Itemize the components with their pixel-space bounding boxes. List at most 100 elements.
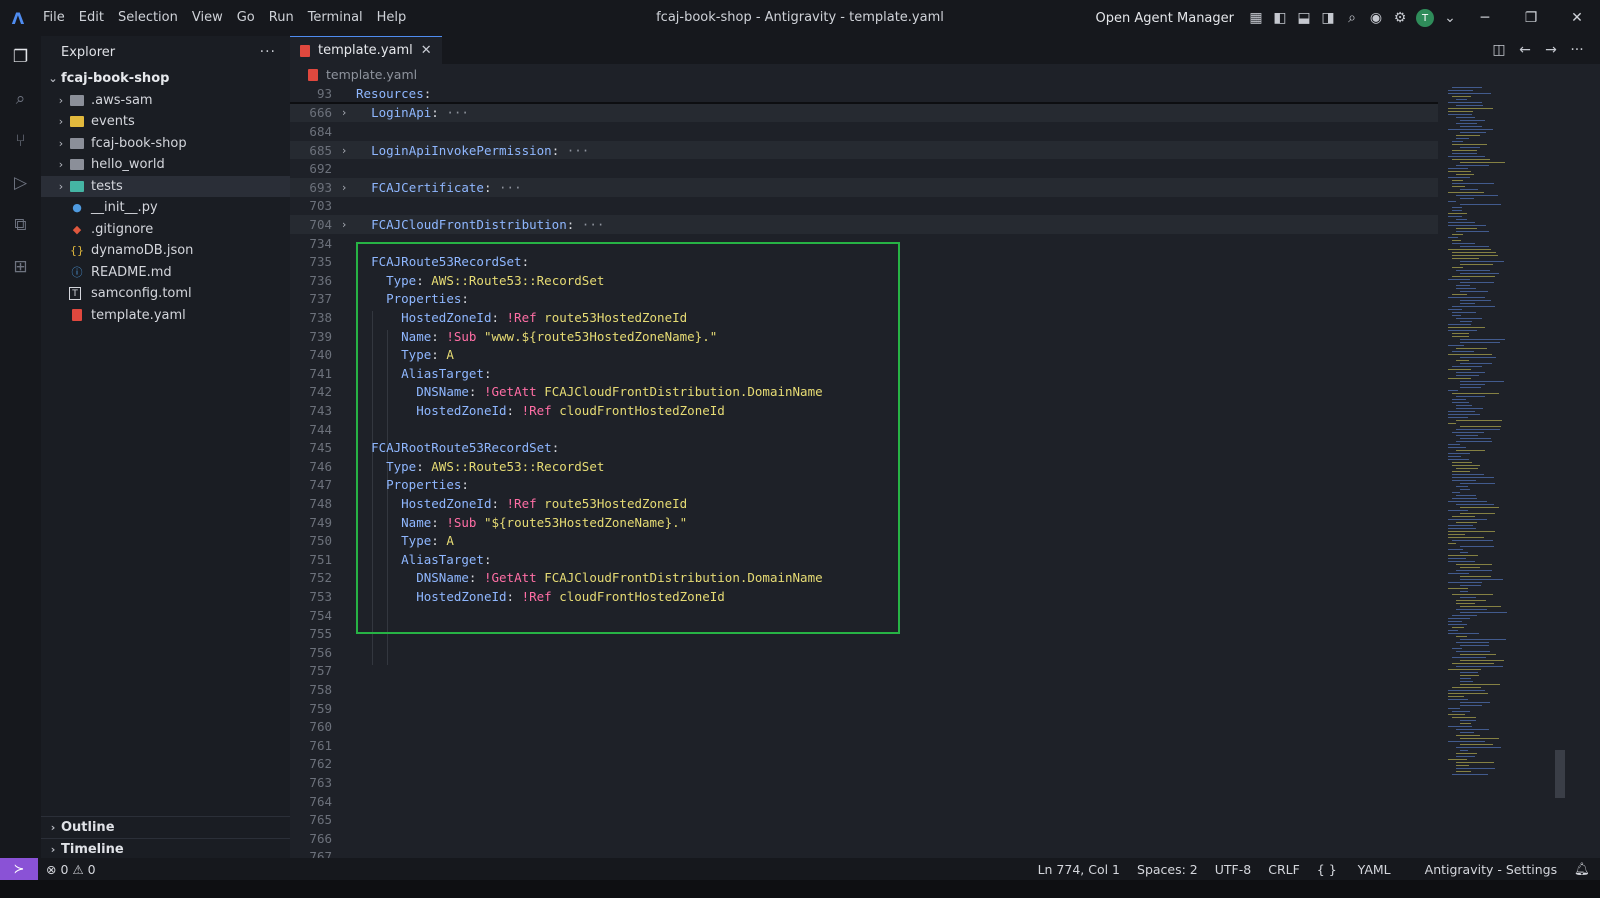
code-line[interactable]: 759 (290, 699, 1438, 718)
folded-ellipsis[interactable]: ··· (499, 180, 522, 195)
code-line[interactable]: 748 HostedZoneId: !Ref route53HostedZone… (290, 494, 1438, 513)
tree-item-fcaj-book-shop[interactable]: › fcaj-book-shop (41, 133, 290, 155)
code-line[interactable]: 738 HostedZoneId: !Ref route53HostedZone… (290, 308, 1438, 327)
tree-item-template-yaml[interactable]: template.yaml (41, 305, 290, 327)
menu-file[interactable]: File (36, 0, 72, 36)
cursor-position[interactable]: Ln 774, Col 1 (1038, 862, 1120, 877)
chevron-right-icon[interactable]: › (332, 181, 356, 194)
problems-indicator[interactable]: ⊗ 0 ⚠ 0 (46, 862, 96, 877)
menu-help[interactable]: Help (370, 0, 414, 36)
gear-icon[interactable]: ⚙ (1388, 0, 1412, 36)
code-line[interactable]: 747 Properties: (290, 476, 1438, 495)
code-editor[interactable]: 93 Resources: 666 › LoginApi: ··· 684 685 ›… (290, 85, 1438, 858)
minimap-slider[interactable] (1555, 750, 1565, 798)
menu-selection[interactable]: Selection (111, 0, 185, 36)
menu-terminal[interactable]: Terminal (301, 0, 370, 36)
code-line[interactable]: 745 FCAJRootRoute53RecordSet: (290, 438, 1438, 457)
folded-ellipsis[interactable]: ··· (582, 217, 605, 232)
code-line[interactable]: 750 Type: A (290, 531, 1438, 550)
maximize-button[interactable]: ❐ (1508, 0, 1554, 36)
sticky-scroll-line[interactable]: 93 Resources: (290, 85, 1438, 104)
code-line[interactable]: 762 (290, 755, 1438, 774)
code-line[interactable]: 758 (290, 680, 1438, 699)
code-line[interactable]: 744 (290, 420, 1438, 439)
remote-icon[interactable]: ≻ (0, 858, 38, 880)
bell-icon[interactable]: 🔔︎ (1574, 861, 1590, 877)
language-mode[interactable]: { } YAML (1317, 862, 1408, 877)
code-line[interactable]: 761 (290, 736, 1438, 755)
code-line[interactable]: 753 HostedZoneId: !Ref cloudFrontHostedZ… (290, 587, 1438, 606)
remote-explorer-icon[interactable]: ⧉ (0, 204, 41, 246)
line-ending[interactable]: CRLF (1268, 862, 1300, 877)
explorer-icon[interactable]: ❐ (0, 36, 41, 78)
avatar[interactable]: T (1416, 9, 1434, 27)
tree-item-readme-md[interactable]: ⓘ README.md (41, 262, 290, 284)
tree-item-events[interactable]: › events (41, 111, 290, 133)
tree-item-hello-world[interactable]: › hello_world (41, 154, 290, 176)
chevron-right-icon[interactable]: › (332, 106, 356, 119)
tab-template-yaml[interactable]: template.yaml ✕ (290, 36, 442, 64)
breadcrumb-file[interactable]: template.yaml (326, 67, 417, 82)
tree-item-tests[interactable]: › tests (41, 175, 290, 197)
encoding[interactable]: UTF-8 (1215, 862, 1251, 877)
code-line[interactable]: 704 › FCAJCloudFrontDistribution: ··· (290, 215, 1438, 234)
open-agent-manager-button[interactable]: Open Agent Manager (1096, 11, 1234, 26)
chevron-down-icon[interactable]: ⌄ (1438, 0, 1462, 36)
code-line[interactable]: 755 (290, 624, 1438, 643)
code-line[interactable]: 737 Properties: (290, 290, 1438, 309)
minimize-button[interactable]: ─ (1462, 0, 1508, 36)
run-debug-icon[interactable]: ▷ (0, 162, 41, 204)
folded-ellipsis[interactable]: ··· (567, 143, 590, 158)
tree-item-dynamodb-json[interactable]: {} dynamoDB.json (41, 240, 290, 262)
menu-edit[interactable]: Edit (72, 0, 111, 36)
extensions-icon[interactable]: ⊞ (0, 246, 41, 288)
code-line[interactable]: 752 DNSName: !GetAtt FCAJCloudFrontDistr… (290, 569, 1438, 588)
folded-ellipsis[interactable]: ··· (446, 105, 469, 120)
indentation[interactable]: Spaces: 2 (1137, 862, 1198, 877)
toggle-sidebar-icon[interactable]: ◧ (1268, 0, 1292, 36)
code-line[interactable]: 734 (290, 234, 1438, 253)
code-line[interactable]: 685 › LoginApiInvokePermission: ··· (290, 140, 1438, 160)
arrow-right-icon[interactable]: → (1538, 42, 1564, 58)
code-line[interactable]: 693 › FCAJCertificate: ··· (290, 178, 1438, 197)
close-icon[interactable]: ✕ (421, 43, 432, 58)
menu-go[interactable]: Go (230, 0, 262, 36)
menu-run[interactable]: Run (262, 0, 301, 36)
code-line[interactable]: 746 Type: AWS::Route53::RecordSet (290, 457, 1438, 476)
code-line[interactable]: 764 (290, 792, 1438, 811)
code-line[interactable]: 754 (290, 606, 1438, 625)
tree-item-aws-sam[interactable]: › .aws-sam (41, 90, 290, 112)
code-line[interactable]: 765 (290, 810, 1438, 829)
more-actions-icon[interactable]: ··· (260, 44, 276, 60)
timeline-section[interactable]: › Timeline (41, 838, 290, 859)
chevron-right-icon[interactable]: › (332, 144, 356, 157)
tree-item-samconfig-toml[interactable]: T samconfig.toml (41, 283, 290, 305)
browser-icon[interactable]: ◉ (1364, 0, 1388, 36)
more-actions-icon[interactable]: ··· (1564, 42, 1590, 58)
chevron-right-icon[interactable]: › (332, 218, 356, 231)
code-line[interactable]: 703 (290, 197, 1438, 216)
code-line[interactable]: 666 › LoginApi: ··· (290, 103, 1438, 123)
toggle-panel-icon[interactable]: ⬓ (1292, 0, 1316, 36)
code-line[interactable]: 743 HostedZoneId: !Ref cloudFrontHostedZ… (290, 401, 1438, 420)
code-line[interactable]: 739 Name: !Sub "www.${route53HostedZoneN… (290, 327, 1438, 346)
code-line[interactable]: 766 (290, 829, 1438, 848)
code-line[interactable]: 751 AliasTarget: (290, 550, 1438, 569)
code-line[interactable]: 760 (290, 717, 1438, 736)
split-editor-icon[interactable]: ◫ (1486, 42, 1512, 58)
tree-root[interactable]: ⌄ fcaj-book-shop (41, 68, 290, 90)
code-line[interactable]: 749 Name: !Sub "${route53HostedZoneName}… (290, 513, 1438, 532)
code-line[interactable]: 757 (290, 662, 1438, 681)
source-control-icon[interactable]: ⑂ (0, 120, 41, 162)
outline-section[interactable]: › Outline (41, 816, 290, 837)
code-line[interactable]: 763 (290, 773, 1438, 792)
code-line[interactable]: 742 DNSName: !GetAtt FCAJCloudFrontDistr… (290, 383, 1438, 402)
minimap[interactable] (1438, 85, 1548, 858)
tree-item-init-py[interactable]: ● __init__.py (41, 197, 290, 219)
code-line[interactable]: 767 (290, 848, 1438, 858)
code-line[interactable]: 735 FCAJRoute53RecordSet: (290, 252, 1438, 271)
tree-item-gitignore[interactable]: ◆ .gitignore (41, 219, 290, 241)
search-icon[interactable]: ⌕ (1340, 0, 1364, 36)
code-line[interactable]: 692 (290, 159, 1438, 178)
arrow-left-icon[interactable]: ← (1512, 42, 1538, 58)
